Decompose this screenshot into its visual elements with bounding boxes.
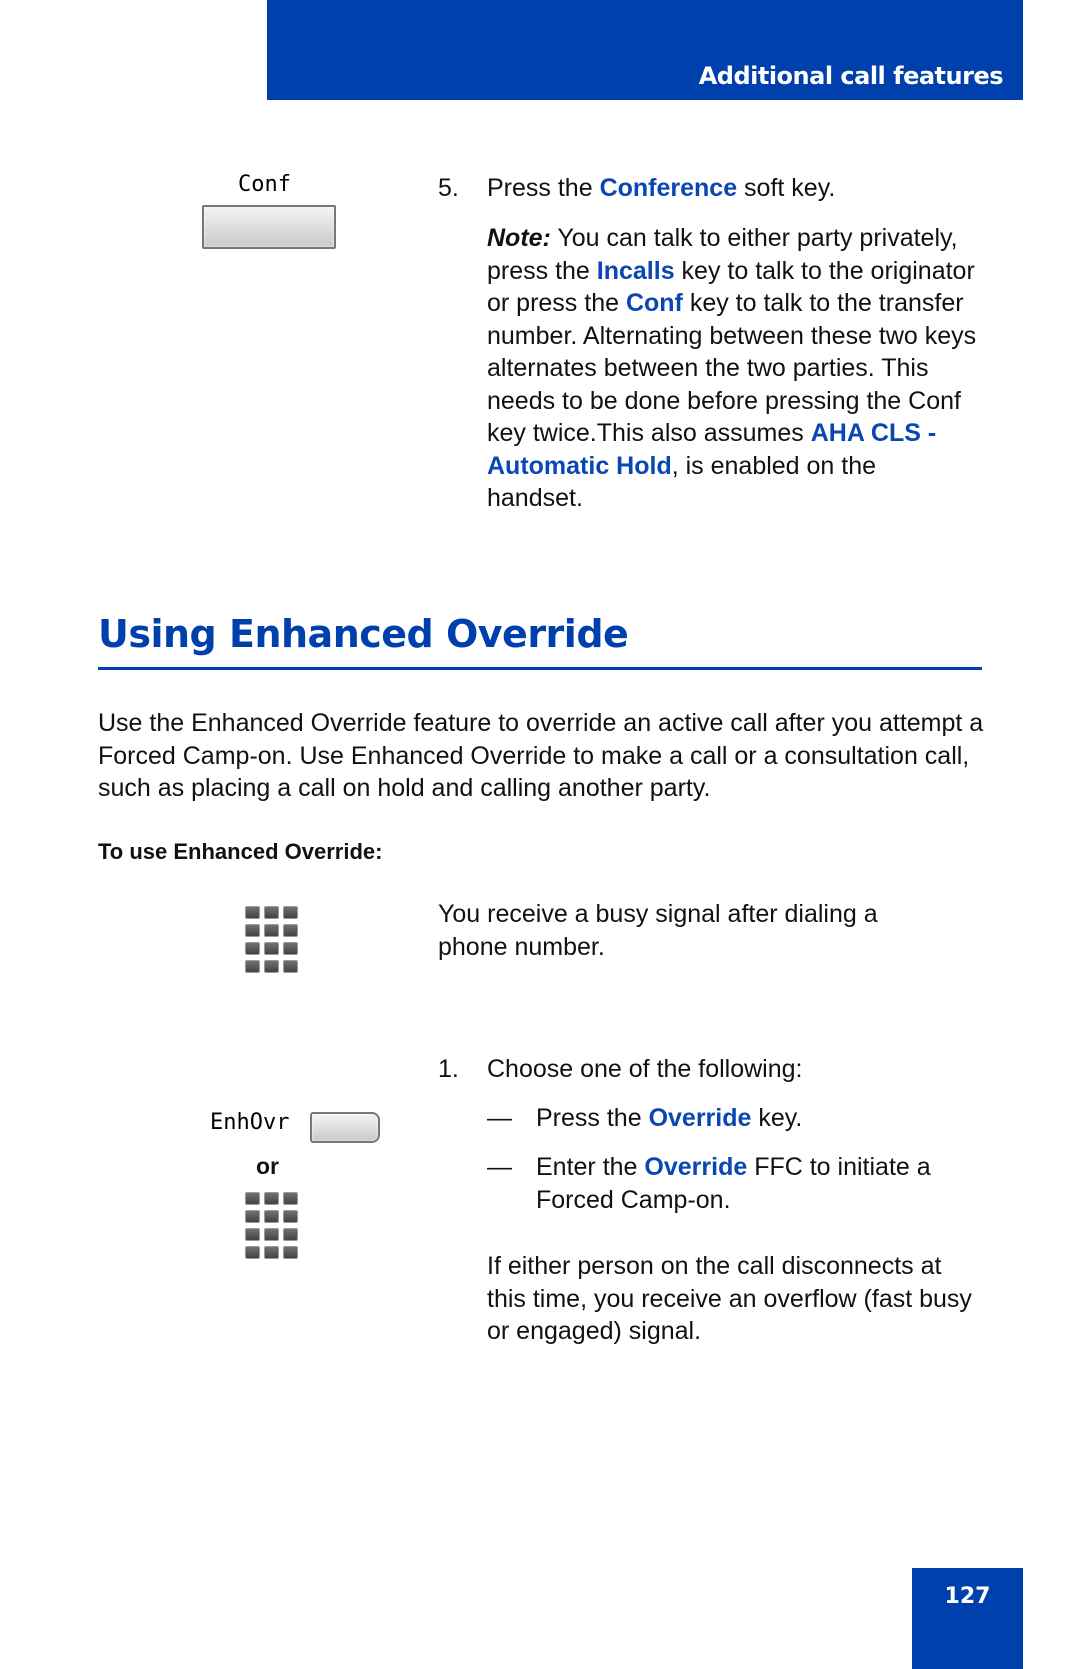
page-number: 127 (944, 1584, 991, 1609)
conf-softkey-label: Conf (238, 172, 291, 197)
option-2-dash: — (487, 1153, 512, 1181)
option-1-dash: — (487, 1104, 512, 1132)
precondition-text: You receive a busy signal after dialing … (438, 900, 878, 961)
page-number-box: 127 (912, 1568, 1023, 1669)
override-key-name: Override (648, 1104, 752, 1132)
conference-key-name: Conference (599, 174, 738, 202)
override-ffc-name: Override (644, 1153, 748, 1181)
option-2-text: Enter the Override FFC to initiate a For… (536, 1151, 986, 1216)
keypad-icon (245, 1192, 298, 1259)
option-1-post: key. (751, 1104, 803, 1132)
enhovr-softkey-label: EnhOvr (210, 1110, 290, 1135)
step-1-number: 1. (438, 1055, 459, 1083)
option-1-text: Press the Override key. (536, 1102, 986, 1135)
note-label: Note: (487, 224, 551, 252)
keypad-icon (245, 906, 298, 973)
procedure-heading: To use Enhanced Override: (98, 839, 383, 864)
or-label: or (256, 1153, 279, 1179)
note-paragraph: Note: You can talk to either party priva… (487, 222, 977, 515)
incalls-key-name: Incalls (596, 256, 675, 285)
step-5-text-pre: Press the (487, 174, 600, 202)
option-1-pre: Press the (536, 1104, 649, 1132)
step-5-text: Press the Conference soft key. (487, 172, 987, 205)
step-5-text-post: soft key. (737, 174, 836, 202)
section-divider (98, 667, 982, 670)
header-bar: Additional call features (267, 0, 1023, 100)
chapter-title: Additional call features (698, 62, 1004, 90)
intro-paragraph: Use the Enhanced Override feature to ove… (98, 709, 984, 802)
enhovr-softkey-icon (310, 1112, 380, 1143)
step-5-number: 5. (438, 174, 459, 202)
option-2-pre: Enter the (536, 1153, 645, 1181)
conf-key-name: Conf (625, 289, 683, 317)
followup-text: If either person on the call disconnects… (487, 1252, 972, 1345)
step-1-text: Choose one of the following: (487, 1055, 803, 1083)
section-title: Using Enhanced Override (98, 612, 629, 656)
conf-softkey-icon (202, 205, 336, 249)
